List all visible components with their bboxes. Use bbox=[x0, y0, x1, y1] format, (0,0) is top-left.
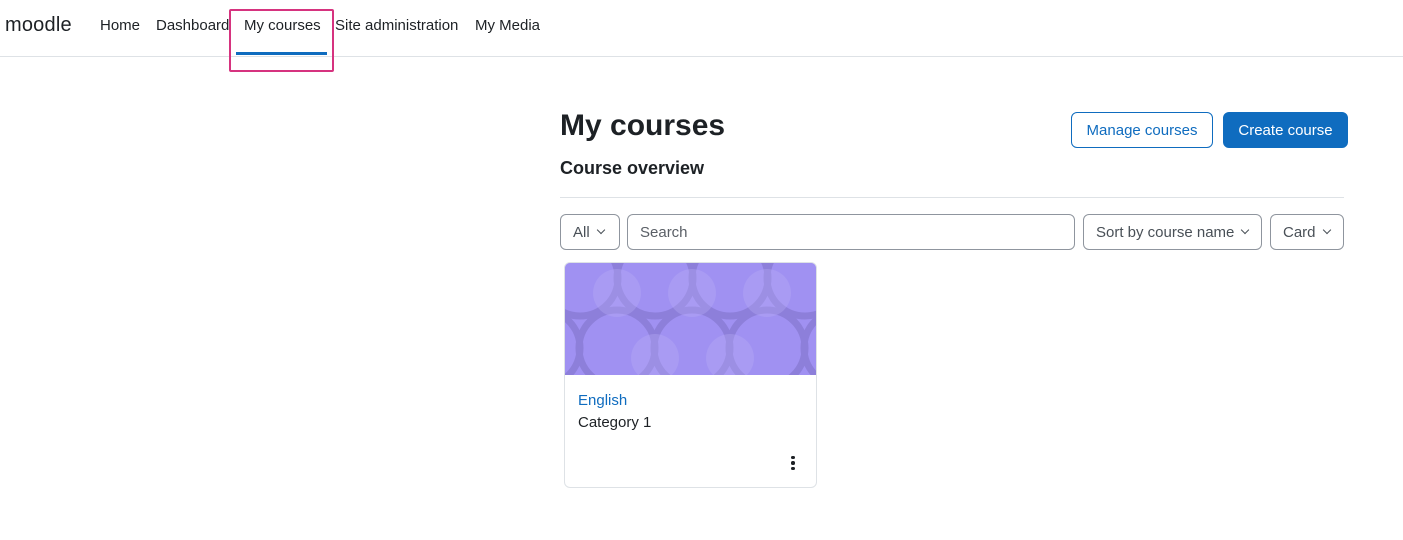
active-nav-indicator bbox=[236, 52, 327, 55]
kebab-menu-icon[interactable] bbox=[785, 453, 801, 473]
course-category: Category 1 bbox=[578, 414, 652, 431]
section-divider bbox=[560, 197, 1344, 198]
search-input[interactable]: Search bbox=[627, 214, 1075, 250]
nav-item-my-courses[interactable]: My courses bbox=[244, 17, 321, 34]
kebab-dot bbox=[791, 455, 795, 460]
page-title: My courses bbox=[560, 109, 726, 142]
course-image[interactable] bbox=[565, 263, 816, 375]
course-name-link[interactable]: English bbox=[578, 392, 627, 409]
grouping-dropdown[interactable]: All bbox=[560, 214, 620, 250]
view-mode-dropdown[interactable]: Card bbox=[1270, 214, 1344, 250]
nav-item-site-administration[interactable]: Site administration bbox=[335, 17, 458, 34]
grouping-dropdown-label: All bbox=[573, 223, 590, 241]
nav-item-my-media[interactable]: My Media bbox=[475, 17, 540, 34]
create-course-button[interactable]: Create course bbox=[1223, 112, 1348, 148]
top-navbar: moodle Home Dashboard My courses Site ad… bbox=[0, 0, 1403, 57]
sort-dropdown-label: Sort by course name bbox=[1096, 223, 1235, 241]
sort-dropdown[interactable]: Sort by course name bbox=[1083, 214, 1262, 250]
view-mode-dropdown-label: Card bbox=[1283, 223, 1316, 241]
manage-courses-button[interactable]: Manage courses bbox=[1071, 112, 1213, 148]
chevron-down-icon bbox=[596, 225, 605, 235]
kebab-dot bbox=[791, 466, 795, 471]
kebab-dot bbox=[791, 461, 795, 465]
nav-item-dashboard[interactable]: Dashboard bbox=[156, 17, 229, 34]
nav-item-home[interactable]: Home bbox=[100, 17, 140, 34]
chevron-down-icon bbox=[1322, 225, 1331, 235]
course-overview-heading: Course overview bbox=[560, 158, 705, 178]
course-card: English Category 1 bbox=[564, 262, 817, 488]
site-logo[interactable]: moodle bbox=[5, 14, 72, 37]
course-pattern-image bbox=[565, 263, 816, 375]
chevron-down-icon bbox=[1241, 225, 1250, 235]
